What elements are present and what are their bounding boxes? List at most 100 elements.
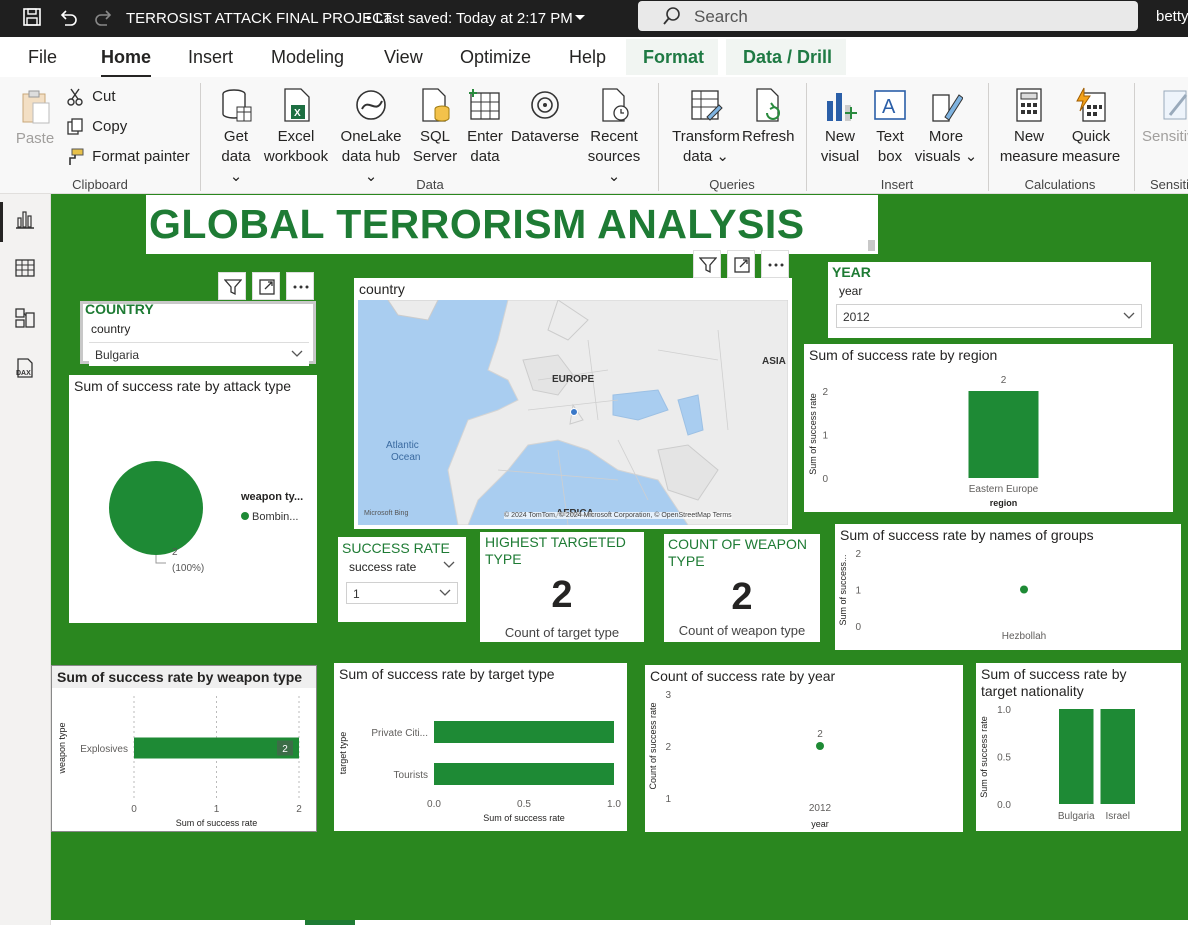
- tab-data-drill[interactable]: Data / Drill: [743, 47, 832, 68]
- format-painter-button[interactable]: Format painter: [66, 147, 190, 167]
- bar[interactable]: [434, 763, 614, 785]
- country-dropdown[interactable]: Bulgaria: [89, 342, 309, 366]
- more-options-button[interactable]: [761, 250, 789, 278]
- region-bar-visual[interactable]: Sum of success rate by region 0 1 2 Sum of …: [804, 344, 1173, 512]
- pie-slice[interactable]: [109, 461, 203, 555]
- bar[interactable]: [968, 391, 1039, 478]
- tab-optimize[interactable]: Optimize: [460, 47, 531, 68]
- text-box-button[interactable]: A Text box: [868, 87, 912, 167]
- tab-insert[interactable]: Insert: [188, 47, 233, 68]
- filter-button[interactable]: [218, 272, 246, 300]
- target-type-card[interactable]: HIGHEST TARGETED TYPE 2 Count of target …: [480, 532, 644, 642]
- excel-workbook-button[interactable]: X Excel workbook: [262, 87, 330, 167]
- model-view-icon[interactable]: [14, 307, 36, 329]
- more-visuals-button[interactable]: More visuals ⌄: [914, 87, 978, 167]
- target-type-bar-visual[interactable]: Sum of success rate by target type 0.0 0.…: [334, 663, 627, 831]
- new-visual-button[interactable]: New visual: [816, 87, 864, 167]
- year-slicer[interactable]: YEAR year 2012: [828, 262, 1151, 338]
- focus-mode-button[interactable]: [252, 272, 280, 300]
- filter-button[interactable]: [693, 250, 721, 278]
- tab-format[interactable]: Format: [643, 47, 704, 68]
- tab-help[interactable]: Help: [569, 47, 606, 68]
- groups-scatter-visual[interactable]: Sum of success rate by names of groups 0…: [835, 524, 1181, 650]
- get-data-button[interactable]: Get data ⌄: [214, 87, 258, 187]
- country-slicer[interactable]: COUNTRY country Bulgaria: [80, 301, 316, 366]
- dax-query-view-icon[interactable]: DAX: [14, 357, 36, 379]
- focus-mode-button[interactable]: [727, 250, 755, 278]
- refresh-button[interactable]: Refresh: [742, 87, 795, 147]
- country-slicer-header: COUNTRY: [85, 301, 154, 317]
- bar[interactable]: [1059, 709, 1094, 804]
- y-tick-label: 2: [822, 387, 828, 398]
- y-axis-title: Sum of success rate: [979, 716, 989, 798]
- chevron-down-icon[interactable]: [443, 561, 455, 569]
- tab-modeling[interactable]: Modeling: [271, 47, 344, 68]
- y-tick-label: 1: [822, 431, 828, 442]
- country-slicer-field: country: [91, 322, 131, 336]
- onelake-data-hub-button[interactable]: OneLake data hub ⌄: [334, 87, 408, 187]
- focus-mode-icon: [259, 279, 275, 295]
- pie-legend-item[interactable]: Bombin...: [241, 511, 298, 523]
- active-page-tab[interactable]: [305, 920, 355, 925]
- map-copyright[interactable]: © 2024 TomTom, © 2024 Microsoft Corporat…: [504, 512, 732, 519]
- bar[interactable]: [434, 721, 614, 743]
- transform-data-icon: [691, 90, 723, 121]
- line-point[interactable]: [816, 742, 824, 750]
- title-dropdown-icon[interactable]: [574, 14, 586, 22]
- country-selected-value: Bulgaria: [95, 348, 140, 362]
- map-data-point-bulgaria[interactable]: [570, 408, 578, 416]
- recent-sources-button[interactable]: Recent sources ⌄: [582, 87, 646, 187]
- onelake-icon: [356, 90, 386, 120]
- cut-button[interactable]: Cut: [66, 87, 116, 107]
- save-icon[interactable]: [22, 7, 42, 27]
- success-slicer-header: SUCCESS RATE: [342, 540, 450, 556]
- report-title-box[interactable]: GLOBAL TERRORISM ANALYSIS: [146, 195, 878, 254]
- sql-server-button[interactable]: SQL Server: [412, 87, 458, 167]
- year-line-visual[interactable]: Count of success rate by year 1 2 3 Count o…: [645, 665, 963, 832]
- year-dropdown[interactable]: 2012: [836, 304, 1142, 328]
- y-tick-label: 2: [855, 549, 861, 560]
- success-rate-slicer[interactable]: SUCCESS RATE success rate 1: [338, 537, 466, 622]
- scatter-point[interactable]: [1020, 585, 1028, 594]
- svg-text:A: A: [882, 96, 896, 118]
- table-view-icon[interactable]: [14, 257, 36, 279]
- tab-home[interactable]: Home: [101, 47, 152, 78]
- more-visuals-icon: [932, 94, 963, 122]
- year-slicer-header: YEAR: [832, 264, 871, 280]
- y-tick-label: 3: [665, 690, 671, 701]
- nationality-bar-visual[interactable]: Sum of success rate by target nationality…: [976, 663, 1181, 831]
- dataverse-button[interactable]: Dataverse: [510, 87, 580, 147]
- success-rate-dropdown[interactable]: 1: [346, 582, 458, 604]
- ribbon-separator: [806, 83, 807, 191]
- last-saved-status: • Last saved: Today at 2:17 PM: [366, 10, 573, 27]
- redo-icon[interactable]: [94, 7, 114, 27]
- tab-file[interactable]: File: [28, 47, 57, 68]
- weapon-type-bar-visual[interactable]: Sum of success rate by weapon type 0 1 2 Ex…: [51, 665, 317, 832]
- quick-measure-button[interactable]: Quick measure: [1060, 87, 1122, 167]
- new-measure-button[interactable]: New measure: [998, 87, 1060, 167]
- bar[interactable]: [1100, 709, 1136, 804]
- sensitivity-group-label: Sensitiv: [1150, 177, 1188, 192]
- weapon-type-card[interactable]: COUNT OF WEAPON TYPE 2 Count of weapon t…: [664, 534, 820, 642]
- search-box[interactable]: Search: [638, 1, 1138, 31]
- tab-view[interactable]: View: [384, 47, 423, 68]
- bar[interactable]: [134, 737, 299, 759]
- paste-button[interactable]: Paste: [12, 89, 58, 149]
- report-view-icon[interactable]: [14, 208, 36, 230]
- undo-icon[interactable]: [58, 7, 78, 27]
- x-axis-title: Sum of success rate: [176, 818, 258, 828]
- user-name[interactable]: betty: [1156, 8, 1188, 25]
- more-options-button[interactable]: [286, 272, 314, 300]
- transform-data-button[interactable]: Transform data ⌄: [670, 87, 742, 167]
- attack-type-pie-visual[interactable]: Sum of success rate by attack type weapo…: [69, 375, 317, 623]
- y-axis-title: weapon type: [57, 722, 67, 774]
- target-bar-chart: 0.0 0.5 1.0 Private Citi... Tourists Sum of s…: [338, 721, 621, 823]
- copy-button[interactable]: Copy: [66, 117, 127, 137]
- y-tick-label: 0: [822, 474, 828, 485]
- map-area[interactable]: EUROPE ASIA Atlantic Ocean AFRICA Micros…: [358, 300, 788, 525]
- ribbon-separator: [1134, 83, 1135, 191]
- title-scrollbar[interactable]: [868, 240, 875, 251]
- country-map-visual[interactable]: country EUROPE ASIA Atlantic Ocean AFRIC…: [354, 278, 792, 529]
- enter-data-button[interactable]: Enter data: [464, 87, 506, 167]
- sensitivity-button[interactable]: Sensitiv: [1142, 87, 1188, 147]
